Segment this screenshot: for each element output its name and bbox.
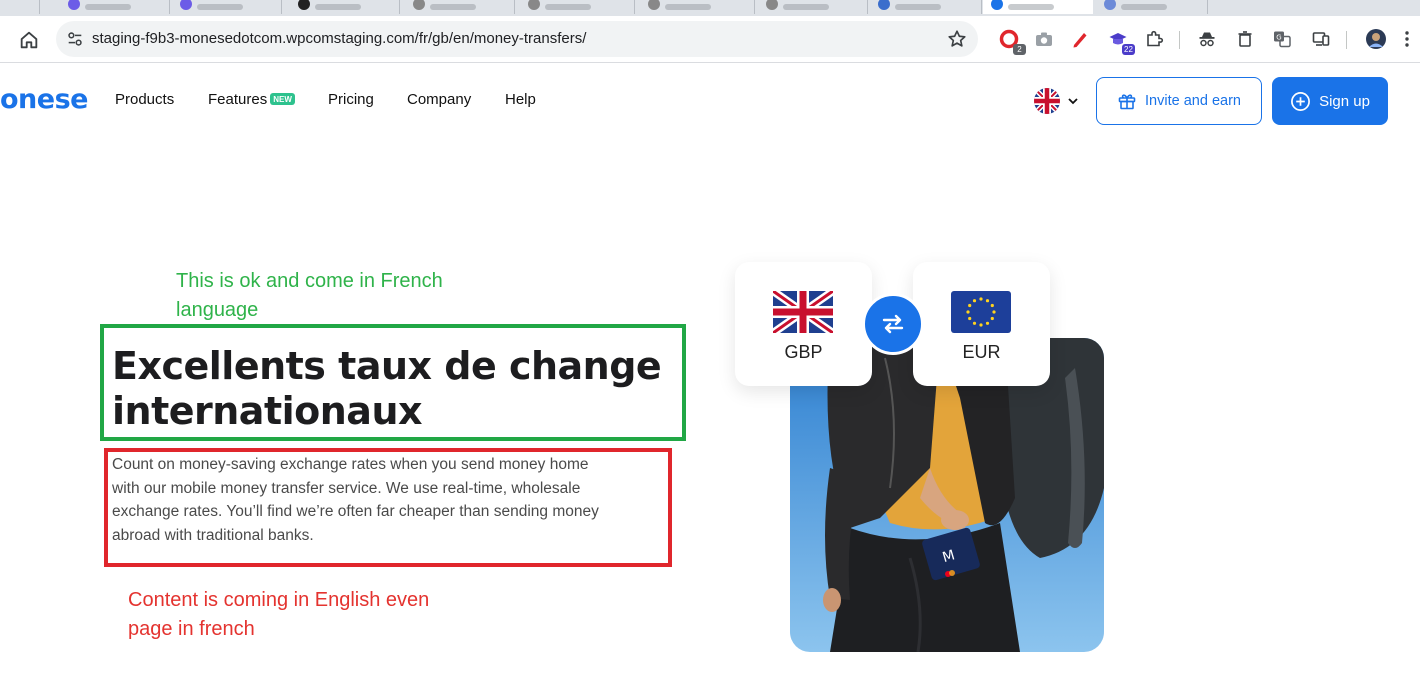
- home-icon[interactable]: [18, 29, 40, 51]
- translate-icon[interactable]: G: [1271, 28, 1293, 50]
- currency-card-gbp: GBP: [735, 262, 872, 386]
- invite-and-earn-button[interactable]: Invite and earn: [1096, 77, 1262, 125]
- annotation-issue-note: Content is coming in English even page i…: [128, 586, 429, 644]
- browser-tab[interactable]: [405, 0, 515, 14]
- browser-tab[interactable]: [640, 0, 755, 14]
- tab-strip: [0, 0, 1420, 16]
- browser-tab[interactable]: [172, 0, 282, 14]
- hero-description-line: abroad with traditional banks.: [112, 527, 314, 545]
- chevron-down-icon: [1068, 98, 1078, 105]
- hero-description-line: Count on money-saving exchange rates whe…: [112, 456, 589, 473]
- annotation-ok-note: This is ok and come in French language: [176, 267, 443, 325]
- hero-title-line: internationaux: [112, 389, 423, 433]
- currency-code: GBP: [784, 342, 823, 362]
- extensions-puzzle-icon[interactable]: [1143, 28, 1165, 50]
- browser-tab[interactable]: [1096, 0, 1208, 14]
- eu-flag-icon: [951, 291, 1011, 333]
- swap-currencies-button[interactable]: [862, 293, 924, 355]
- browser-toolbar: staging-f9b3-monesedotcom.wpcomstaging.c…: [0, 16, 1420, 63]
- tab-favicon-icon: [991, 0, 1003, 10]
- svg-text:G: G: [1276, 34, 1281, 42]
- new-badge: NEW: [270, 93, 295, 105]
- annotation-line: page in french: [128, 618, 255, 640]
- browser-tab-active[interactable]: [983, 0, 1093, 14]
- uk-flag-icon: [1034, 88, 1060, 114]
- nav-features[interactable]: Features NEW: [208, 91, 295, 108]
- sign-up-button[interactable]: Sign up: [1272, 77, 1388, 125]
- tab-favicon-icon: [68, 0, 80, 10]
- nav-help[interactable]: Help: [505, 91, 536, 108]
- menu-kebab-icon[interactable]: [1400, 28, 1414, 50]
- tab-favicon-icon: [413, 0, 425, 10]
- annotation-line: Content is coming in English even: [128, 589, 430, 611]
- hero-description-line: exchange rates. You’ll find we’re often …: [112, 503, 599, 521]
- tab-favicon-icon: [180, 0, 192, 10]
- hero-title-line: Excellents taux de change: [112, 344, 662, 388]
- annotation-line: This is ok and come in French: [176, 270, 443, 292]
- tab-favicon-icon: [528, 0, 540, 10]
- profile-avatar[interactable]: [1365, 28, 1387, 50]
- extension-opera-icon[interactable]: 2: [998, 28, 1026, 55]
- browser-tab[interactable]: [290, 0, 400, 14]
- tab-favicon-icon: [766, 0, 778, 10]
- plus-circle-icon: [1291, 91, 1311, 111]
- browser-tab[interactable]: [870, 0, 982, 14]
- swap-arrows-icon: [882, 314, 904, 334]
- browser-tab[interactable]: [60, 0, 170, 14]
- annotation-line: language: [176, 299, 259, 321]
- gift-icon: [1118, 94, 1136, 110]
- trash-icon[interactable]: [1234, 28, 1256, 50]
- extension-hat-icon[interactable]: 22: [1107, 28, 1135, 55]
- currency-card-eur: EUR: [913, 262, 1050, 386]
- browser-tab[interactable]: [0, 0, 40, 14]
- nav-company[interactable]: Company: [407, 91, 471, 108]
- hero-description-line: with our mobile money transfer service. …: [112, 479, 581, 497]
- site-logo[interactable]: onese: [0, 84, 88, 115]
- nav-products[interactable]: Products: [115, 91, 174, 108]
- browser-tab[interactable]: [1210, 0, 1420, 14]
- sign-up-label: Sign up: [1319, 92, 1370, 110]
- browser-tab[interactable]: [758, 0, 868, 14]
- camera-icon[interactable]: [1033, 28, 1055, 50]
- language-selector[interactable]: [1033, 87, 1079, 115]
- extension-badge: 2: [1013, 44, 1026, 55]
- browser-tab[interactable]: [520, 0, 635, 14]
- uk-flag-icon: [773, 291, 833, 333]
- nav-features-label: Features: [208, 91, 268, 108]
- bookmark-star-icon[interactable]: [946, 28, 968, 50]
- hero-description: Count on money-saving exchange rates whe…: [112, 453, 672, 548]
- nav-pricing[interactable]: Pricing: [328, 91, 374, 108]
- currency-code: EUR: [962, 342, 1001, 362]
- tab-favicon-icon: [648, 0, 660, 10]
- tab-favicon-icon: [1104, 0, 1116, 10]
- extension-badge: 22: [1122, 44, 1135, 55]
- address-url[interactable]: staging-f9b3-monesedotcom.wpcomstaging.c…: [92, 30, 586, 47]
- hero-title: Excellents taux de change internationaux: [112, 344, 662, 434]
- invite-label: Invite and earn: [1145, 93, 1241, 109]
- site-settings-icon[interactable]: [66, 30, 84, 48]
- address-bar[interactable]: staging-f9b3-monesedotcom.wpcomstaging.c…: [56, 21, 978, 57]
- pen-icon[interactable]: [1069, 28, 1091, 50]
- incognito-icon[interactable]: [1196, 28, 1218, 50]
- tab-favicon-icon: [298, 0, 310, 10]
- tab-favicon-icon: [878, 0, 890, 10]
- device-preview-icon[interactable]: [1310, 28, 1332, 50]
